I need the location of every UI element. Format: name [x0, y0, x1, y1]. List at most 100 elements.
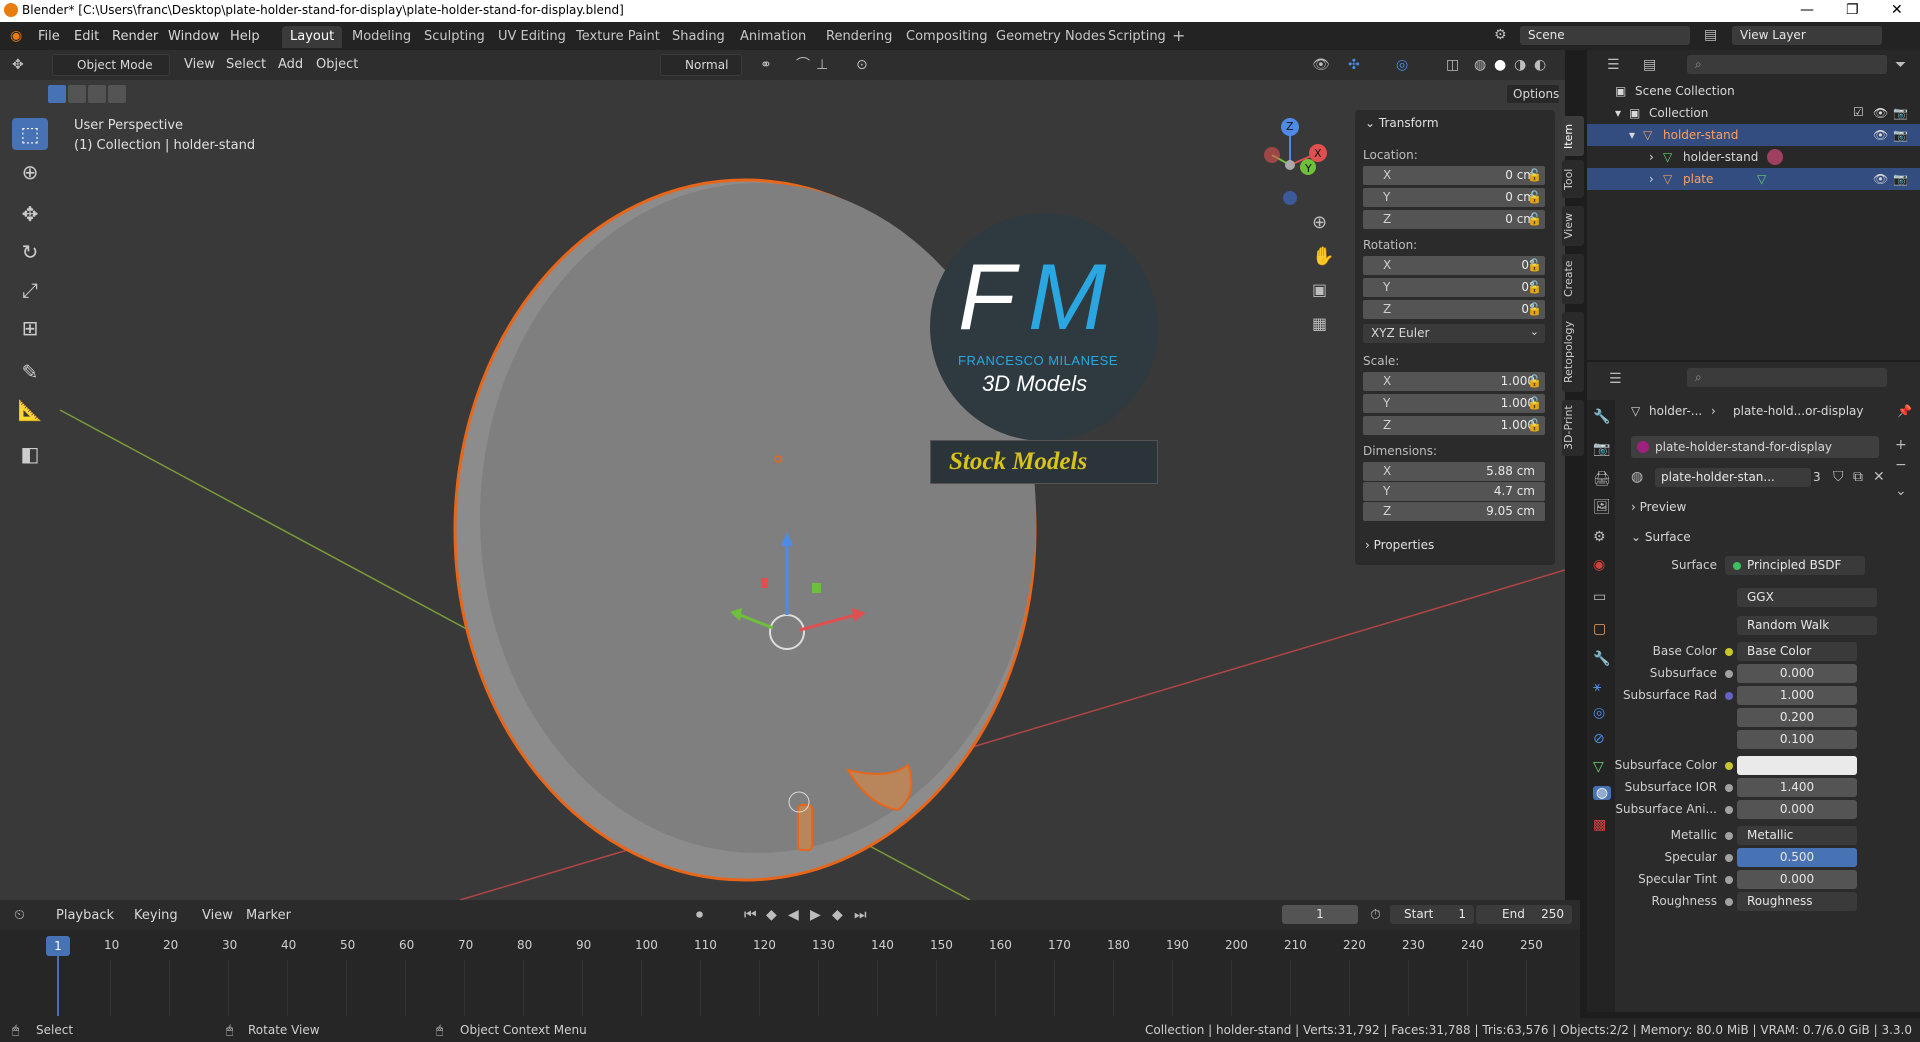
menu-window[interactable]: Window: [168, 29, 219, 44]
timeline-editor-icon[interactable]: ⏲: [14, 908, 25, 922]
transform-orientation-selector[interactable]: Normal: [660, 54, 742, 76]
proportional-edit-icon[interactable]: ⊙: [856, 58, 868, 72]
timeline-area[interactable]: 1 10 20 30 40 50 60 70 80 90 100 110 120 130 140 150 16…: [0, 930, 1580, 1018]
material-name-field[interactable]: plate-holder-stan...: [1655, 468, 1811, 487]
snap-target-icon[interactable]: ⊥: [816, 58, 828, 72]
tab-tool[interactable]: Tool: [1562, 160, 1584, 198]
view-layer-selector[interactable]: View Layer: [1732, 26, 1882, 45]
constraint-props-icon[interactable]: ⊘: [1593, 732, 1605, 746]
socket-icon[interactable]: [1725, 784, 1733, 792]
visibility-icon[interactable]: 👁: [1312, 58, 1330, 72]
render-props-icon[interactable]: 📷: [1593, 442, 1610, 456]
camera-icon[interactable]: 📷: [1893, 172, 1908, 186]
tool-measure[interactable]: 📐: [12, 394, 48, 426]
tool-move[interactable]: ✥: [12, 198, 48, 230]
tab-compositing[interactable]: Compositing: [898, 26, 996, 48]
wireframe-shading-icon[interactable]: ◍: [1474, 58, 1486, 72]
prev-keyframe-icon[interactable]: ◆: [766, 908, 777, 922]
play-reverse-icon[interactable]: ◀: [788, 908, 799, 922]
socket-icon[interactable]: [1725, 692, 1733, 700]
xray-toggle-icon[interactable]: ◫: [1446, 58, 1459, 72]
tab-sculpting[interactable]: Sculpting: [416, 26, 493, 48]
remove-slot-icon[interactable]: −: [1895, 458, 1907, 472]
unlink-material-icon[interactable]: ✕: [1873, 470, 1885, 484]
next-keyframe-icon[interactable]: ◆: [832, 908, 843, 922]
distribution-dropdown[interactable]: GGX: [1737, 588, 1877, 607]
filter-icon[interactable]: ⏷: [1895, 58, 1906, 72]
mode-selector[interactable]: Object Mode: [52, 54, 170, 76]
menu-file[interactable]: File: [38, 29, 60, 44]
viewport-menu-object[interactable]: Object: [316, 57, 358, 72]
outliner-scene-collection[interactable]: ▣ Scene Collection: [1587, 80, 1920, 102]
tab-item[interactable]: Item: [1562, 116, 1584, 156]
outliner-item-holder-stand-mesh[interactable]: › ▽ holder-stand: [1587, 146, 1920, 168]
tool-select-box[interactable]: ⬚: [12, 118, 48, 150]
timeline-menu-playback[interactable]: Playback: [56, 908, 114, 923]
socket-icon[interactable]: [1725, 670, 1733, 678]
timeline-menu-marker[interactable]: Marker: [246, 908, 291, 923]
rotation-y-field[interactable]: Y 0°: [1363, 278, 1545, 297]
socket-icon[interactable]: [1725, 806, 1733, 814]
camera-icon[interactable]: 📷: [1893, 128, 1908, 142]
menu-render[interactable]: Render: [112, 29, 158, 44]
clock-icon[interactable]: ⏱: [1370, 908, 1381, 922]
select-new-icon[interactable]: [48, 85, 66, 103]
socket-icon[interactable]: [1725, 876, 1733, 884]
lock-icon[interactable]: 🔓: [1527, 396, 1542, 410]
timeline-menu-view[interactable]: View: [202, 908, 233, 923]
material-shading-icon[interactable]: ◑: [1514, 58, 1526, 72]
select-invert-icon[interactable]: [108, 85, 126, 103]
location-y-field[interactable]: Y0 cm: [1363, 188, 1545, 207]
shader-prop-field[interactable]: 0.000: [1737, 664, 1857, 683]
material-browse-icon[interactable]: ◍: [1631, 470, 1643, 484]
shader-prop-field[interactable]: 1.000: [1737, 686, 1857, 705]
perspective-toggle-icon[interactable]: ▦: [1312, 316, 1327, 332]
select-extend-icon[interactable]: [68, 85, 86, 103]
shader-prop-field[interactable]: [1737, 756, 1857, 775]
shader-prop-field[interactable]: 0.000: [1737, 800, 1857, 819]
shader-prop-field[interactable]: 0.100: [1737, 730, 1857, 749]
duplicate-material-icon[interactable]: ⧉: [1853, 470, 1863, 484]
start-frame-field[interactable]: Start 1: [1390, 905, 1474, 924]
object-props-icon[interactable]: ▢: [1593, 622, 1606, 636]
options-button[interactable]: Options: [1506, 84, 1560, 104]
socket-icon[interactable]: [1725, 832, 1733, 840]
shader-prop-field[interactable]: Roughness: [1737, 892, 1857, 911]
lock-icon[interactable]: 🔓: [1527, 418, 1542, 432]
properties-search-input[interactable]: ⌕: [1687, 368, 1887, 387]
add-slot-icon[interactable]: +: [1895, 438, 1907, 452]
output-props-icon[interactable]: 🖨: [1593, 472, 1611, 486]
shader-prop-field[interactable]: Metallic: [1737, 826, 1857, 845]
material-users-count[interactable]: 3: [1813, 470, 1821, 484]
tool-cursor[interactable]: ⊕: [12, 156, 48, 188]
properties-editor-icon[interactable]: ☰: [1609, 372, 1622, 386]
tab-view[interactable]: View: [1562, 206, 1584, 246]
tab-texture-paint[interactable]: Texture Paint: [568, 26, 668, 48]
socket-icon[interactable]: [1725, 762, 1733, 770]
physics-props-icon[interactable]: ◎: [1593, 706, 1605, 720]
overlay-toggle-icon[interactable]: ◎: [1396, 58, 1408, 72]
zoom-view-icon[interactable]: ⊕: [1312, 214, 1327, 232]
pan-hand-icon[interactable]: ✋: [1312, 248, 1334, 266]
tool-rotate[interactable]: ↻: [12, 236, 48, 268]
outliner-item-plate[interactable]: › ▽ plate ▽ 👁 📷: [1587, 168, 1920, 190]
end-frame-field[interactable]: End 250: [1476, 905, 1572, 924]
expand-arrow-icon[interactable]: ▾: [1615, 106, 1621, 120]
eye-icon[interactable]: 👁: [1873, 106, 1888, 120]
tab-create[interactable]: Create: [1562, 254, 1584, 304]
slot-menu-icon[interactable]: ⌄: [1895, 484, 1907, 498]
snap-icon[interactable]: ⌒: [796, 58, 810, 72]
outliner-search-input[interactable]: ⌕: [1687, 55, 1887, 74]
lock-icon[interactable]: 🔓: [1527, 258, 1542, 272]
play-icon[interactable]: ▶: [810, 908, 821, 922]
lock-icon[interactable]: 🔓: [1527, 302, 1542, 316]
scale-y-field[interactable]: Y 1.000: [1363, 394, 1545, 413]
jump-start-icon[interactable]: ⏮: [744, 908, 757, 922]
socket-icon[interactable]: [1725, 854, 1733, 862]
menu-help[interactable]: Help: [230, 29, 260, 44]
scene-selector[interactable]: Scene: [1520, 26, 1690, 45]
outliner-item-holder-stand[interactable]: ▾ ▽ holder-stand 👁 📷: [1587, 124, 1920, 146]
shader-prop-field[interactable]: 1.400: [1737, 778, 1857, 797]
material-slot-item[interactable]: plate-holder-stand-for-display: [1631, 436, 1879, 458]
location-x-field[interactable]: X0 cm: [1363, 166, 1545, 185]
